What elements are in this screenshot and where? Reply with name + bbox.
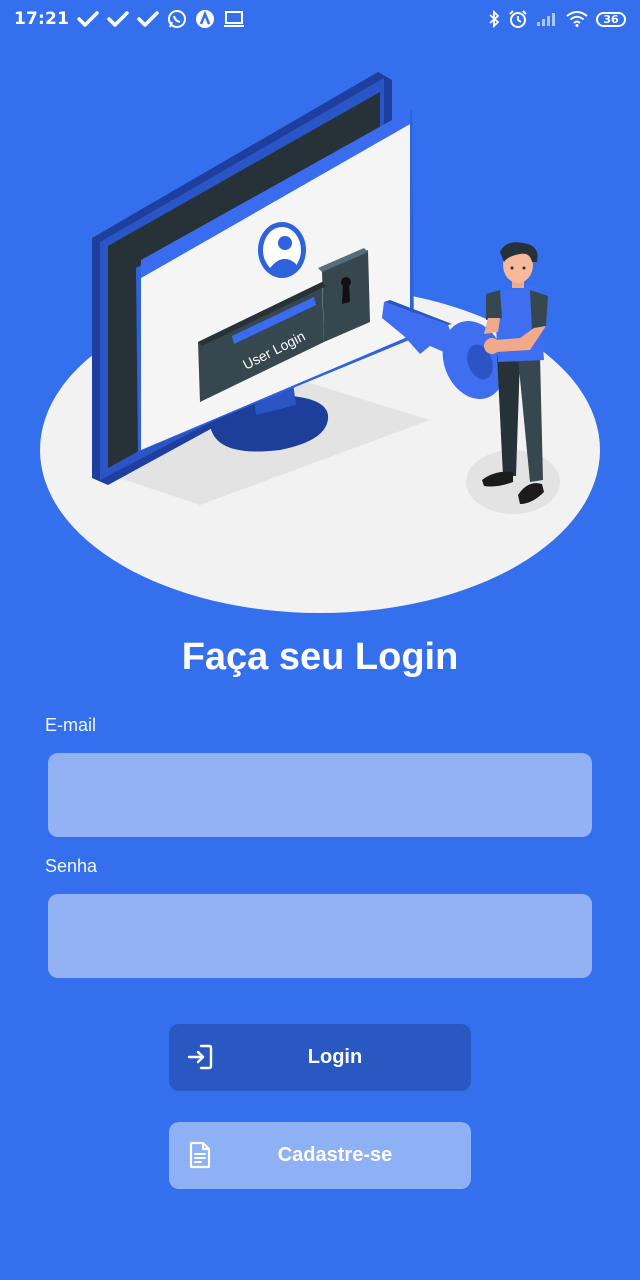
bluetooth-icon	[488, 10, 500, 28]
status-left: 17:21	[14, 9, 245, 29]
avatar-illustration	[258, 222, 306, 278]
status-right: 36	[488, 9, 626, 29]
whatsapp-icon	[167, 9, 187, 29]
battery-indicator: 36	[596, 11, 626, 27]
register-button[interactable]: Cadastre-se	[169, 1122, 471, 1189]
login-illustration: User Login	[40, 72, 600, 613]
login-button[interactable]: Login	[169, 1024, 471, 1091]
page-title: Faça seu Login	[181, 636, 459, 678]
signal-icon	[536, 11, 558, 27]
email-input[interactable]	[48, 753, 592, 837]
password-input[interactable]	[48, 894, 592, 978]
status-bar: 17:21 36	[0, 0, 640, 38]
check-icon	[137, 11, 159, 27]
sign-in-icon	[185, 1042, 215, 1072]
password-label: Senha	[45, 856, 98, 876]
email-label: E-mail	[45, 715, 97, 735]
app-a-icon	[195, 9, 215, 29]
check-icon	[107, 11, 129, 27]
laptop-icon	[223, 10, 245, 28]
alarm-icon	[508, 9, 528, 29]
status-time: 17:21	[14, 9, 70, 29]
wifi-icon	[566, 11, 588, 27]
document-icon	[185, 1140, 215, 1170]
check-icon	[77, 11, 99, 27]
